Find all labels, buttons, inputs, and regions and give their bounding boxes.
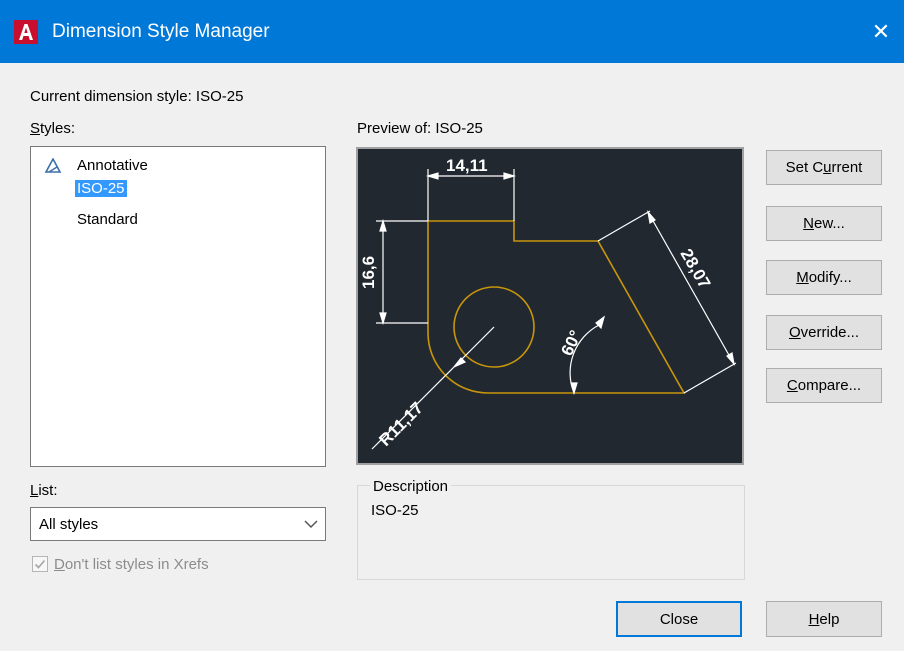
description-group (357, 485, 745, 580)
dim-text-radius: R11,17 (375, 398, 427, 450)
list-filter-value: All styles (39, 516, 99, 533)
current-style-label: Current dimension style: ISO-25 (30, 88, 244, 105)
dim-text-slant: 28,07 (677, 246, 715, 292)
close-icon: ✕ (871, 18, 891, 44)
new-button[interactable]: New... (766, 206, 882, 241)
preview-label: Preview of: ISO-25 (357, 120, 483, 137)
chevron-down-icon (304, 520, 318, 529)
description-text: ISO-25 (371, 502, 419, 519)
preview-dimensions (371, 169, 737, 450)
style-item-standard[interactable]: Standard (77, 209, 138, 231)
description-legend: Description (370, 478, 452, 496)
list-filter-select[interactable]: All styles (30, 507, 326, 541)
preview-dim-labels: 14,11 16,6 28,07 60° R11,17 (359, 156, 714, 450)
xrefs-checkbox-label: Don't list styles in Xrefs (54, 556, 209, 573)
xrefs-checkbox[interactable] (32, 556, 48, 572)
window-title: Dimension Style Manager (52, 21, 270, 42)
override-button[interactable]: Override... (766, 315, 882, 350)
autocad-logo-icon (14, 20, 38, 44)
styles-label: Styles: (30, 120, 76, 137)
title-bar: Dimension Style Manager ✕ (0, 0, 904, 63)
dimension-preview-drawing: 14,11 16,6 28,07 60° R11,17 (359, 156, 737, 450)
dim-text-height: 16,6 (359, 256, 378, 289)
close-window-button[interactable]: ✕ (858, 0, 904, 63)
modify-button[interactable]: Modify... (766, 260, 882, 295)
styles-list[interactable]: Annotative ISO-25 Standard (30, 146, 326, 467)
style-item-annotative[interactable]: Annotative (77, 155, 148, 177)
preview-panel: 14,11 16,6 28,07 60° R11,17 (356, 147, 744, 465)
preview-geometry (427, 220, 686, 394)
dim-text-angle: 60° (557, 327, 585, 359)
dim-text-width: 14,11 (446, 156, 488, 175)
style-item-iso-25[interactable]: ISO-25 (75, 178, 127, 200)
checkmark-icon (34, 559, 46, 569)
selected-style-label: ISO-25 (75, 180, 127, 197)
list-label: List: (30, 482, 58, 499)
compare-button[interactable]: Compare... (766, 368, 882, 403)
set-current-button[interactable]: Set Cu rrent (766, 150, 882, 185)
help-button[interactable]: Help (766, 601, 882, 637)
close-button[interactable]: Close (616, 601, 742, 637)
annotative-icon (44, 158, 62, 173)
